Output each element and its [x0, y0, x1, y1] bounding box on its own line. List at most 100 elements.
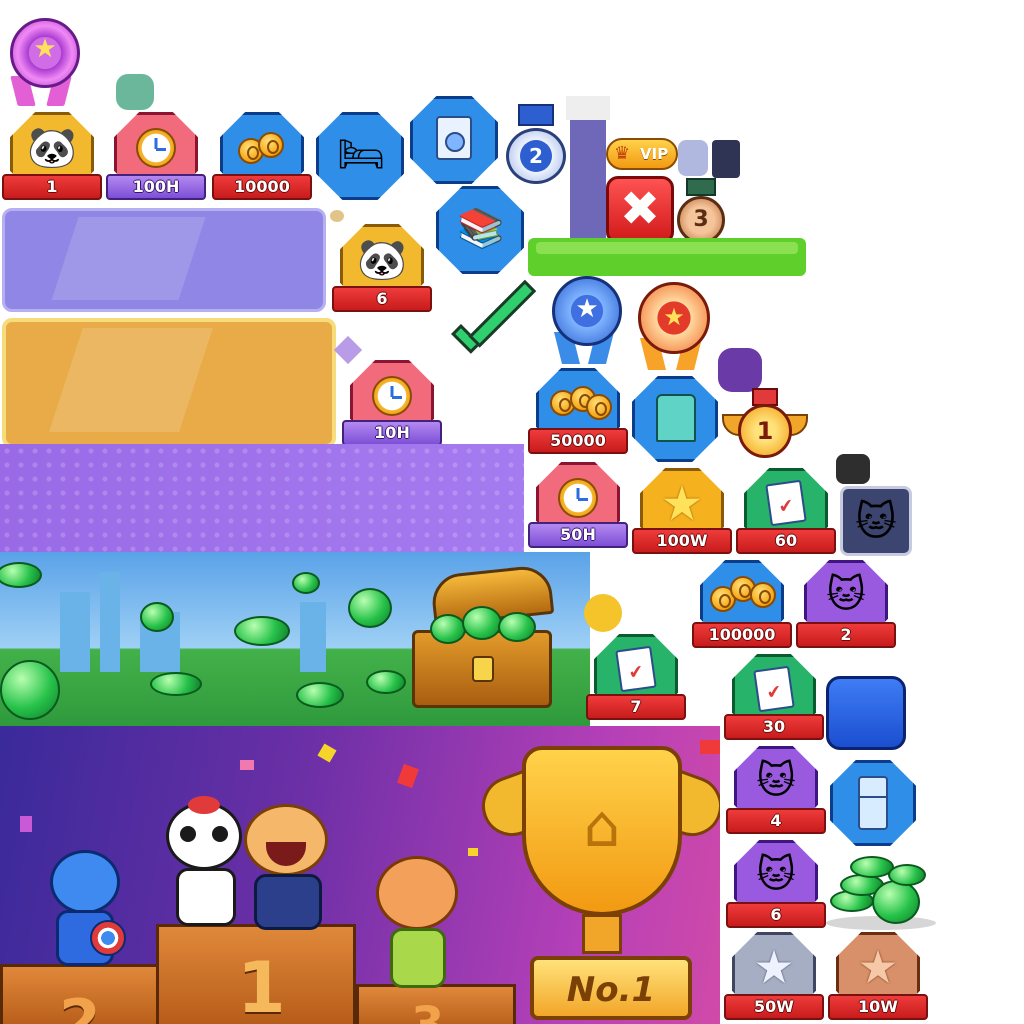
star-badge-100w: ★ 100W — [632, 468, 732, 558]
badge-count: 50W — [724, 994, 824, 1020]
podium-number: 2 — [59, 987, 101, 1024]
clock-icon — [136, 128, 176, 168]
coins-badge-100000: 100000 — [692, 560, 792, 652]
vip-tag: ♛ VIP — [606, 138, 678, 170]
cat-face-icon: 🐱 — [855, 499, 897, 545]
fridge-badge — [830, 760, 918, 848]
tan-dot — [330, 210, 344, 222]
badge-count: 1 — [2, 174, 102, 200]
badge-count: 50000 — [528, 428, 628, 454]
pillar-shape — [566, 96, 610, 246]
badge-count: 4 — [726, 808, 826, 834]
badge-count: 10000 — [212, 174, 312, 200]
purple-rosette-icon: ★ — [4, 16, 84, 108]
badge-count: 100W — [632, 528, 732, 554]
panda-icon: 🐼 — [27, 125, 77, 171]
close-button[interactable]: ✖ — [606, 176, 674, 244]
ginger-cat-character — [368, 856, 468, 996]
podium-number: 3 — [411, 997, 444, 1024]
medal-number: 1 — [738, 404, 792, 458]
star-icon: ★ — [857, 940, 899, 994]
gem-icon — [348, 588, 392, 628]
panda-badge-1: 🐼 1 — [2, 112, 102, 204]
panda-badge-6: 🐼 6 — [332, 224, 432, 316]
badge-count: 100H — [106, 174, 206, 200]
badge-count: 6 — [726, 902, 826, 928]
armchair-icon — [656, 394, 696, 442]
books-icon: 📚 — [457, 206, 505, 250]
gem-icon — [366, 670, 406, 694]
silver-star-badge-50w: ★ 50W — [724, 932, 824, 1024]
purple-panel — [2, 208, 326, 312]
badge-count: 10H — [342, 420, 442, 446]
clipboard-badge-30: ✔ 30 — [724, 654, 824, 744]
purple-blob — [718, 348, 762, 392]
bronze-star-badge-10w: ★ 10W — [828, 932, 928, 1024]
coin-icon — [586, 394, 612, 420]
gem-icon — [292, 572, 320, 594]
podium-scene: 2 1 3 ⌂ No.1 — [0, 726, 720, 1024]
blue-square-button[interactable] — [826, 676, 906, 750]
washing-machine-icon — [436, 116, 472, 160]
medal-number: 2 — [520, 140, 552, 172]
clock-badge-10h: 10H — [342, 360, 442, 450]
badge-count: 60 — [736, 528, 836, 554]
medal-number: 3 — [677, 196, 725, 244]
cat-face-icon: 🐱 — [826, 572, 866, 616]
trophy-icon: ⌂ No.1 — [473, 746, 720, 1024]
clock-icon — [372, 376, 412, 416]
podium-second: 2 — [0, 964, 170, 1024]
podium-number: 1 — [237, 947, 286, 1024]
coins-badge-50000: 50000 — [528, 368, 628, 458]
gem-icon — [296, 682, 344, 708]
medal-1: 1 — [722, 388, 808, 468]
trophy-label: No.1 — [566, 970, 656, 1010]
green-bar — [528, 238, 806, 276]
badge-count: 100000 — [692, 622, 792, 648]
badge-count: 7 — [586, 694, 686, 720]
washer-badge — [410, 96, 500, 186]
podium-first: 1 — [156, 924, 356, 1024]
gem-icon — [140, 602, 174, 632]
bed-icon: 🛏 — [336, 132, 386, 176]
orange-cat-character — [238, 804, 338, 934]
dark-shape — [836, 454, 870, 484]
star-icon: ★ — [660, 476, 704, 532]
clock-badge-100h: 100H — [106, 112, 206, 204]
clipboard-icon: ✔ — [765, 479, 807, 527]
clock-icon — [558, 478, 598, 518]
close-icon: ✖ — [619, 181, 661, 237]
clipboard-icon: ✔ — [753, 665, 795, 713]
gem-landscape — [0, 552, 590, 726]
badge-count: 10W — [828, 994, 928, 1020]
badge-count: 30 — [724, 714, 824, 740]
clipboard-badge-60: ✔ 60 — [736, 468, 836, 558]
blue-cat-character — [34, 850, 134, 970]
yellow-blob — [584, 594, 622, 632]
gem-icon — [234, 616, 290, 646]
cat-badge-2: 🐱 2 — [796, 560, 896, 652]
fridge-icon — [858, 776, 888, 830]
purple-dotted-banner — [0, 444, 524, 552]
treasure-chest-icon — [412, 563, 568, 710]
cat-face-icon: 🐱 — [756, 758, 796, 802]
trophy-label-plate: No.1 — [530, 956, 692, 1020]
bed-badge: 🛏 — [316, 112, 406, 202]
teal-shape-icon — [116, 74, 154, 110]
medal-3: 3 — [674, 178, 728, 246]
vip-label: VIP — [640, 145, 669, 163]
gem-stack-icon — [826, 850, 936, 934]
badge-count: 50H — [528, 522, 628, 548]
books-badge: 📚 — [436, 186, 526, 276]
house-icon: ⌂ — [583, 792, 621, 860]
clipboard-badge-7: ✔ 7 — [586, 634, 686, 724]
coin-icon — [258, 132, 284, 158]
clock-badge-50h: 50H — [528, 462, 628, 552]
blue-rosette-icon: ★ — [546, 274, 628, 366]
cat-badge-4: 🐱 4 — [726, 746, 826, 838]
orange-rosette-icon: ★ — [632, 280, 716, 374]
gem-icon — [150, 672, 202, 696]
navy-shape — [712, 140, 740, 178]
star-icon: ★ — [753, 940, 795, 994]
lavender-shape — [678, 140, 708, 176]
